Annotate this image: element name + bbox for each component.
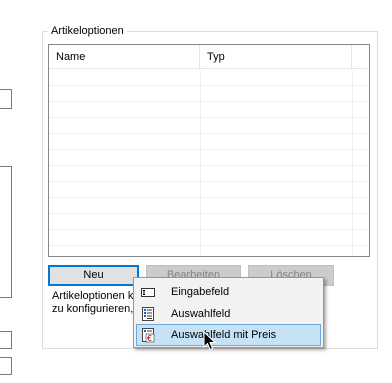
description-line-2: zu konfigurieren, z [52, 303, 136, 315]
empty-row [49, 214, 369, 230]
new-option-context-menu: Eingabefeld Auswahlfeld € Auswahlfeld mi… [133, 277, 324, 348]
description-text: Artikeloptionen kö zu konfigurieren, z [52, 290, 136, 316]
left-field-lower-2[interactable] [0, 357, 12, 375]
empty-row [49, 134, 369, 150]
menu-item-label: Auswahlfeld mit Preis [171, 329, 277, 341]
empty-row [49, 198, 369, 214]
empty-row [49, 182, 369, 198]
menu-item-list-field-with-price[interactable]: € Auswahlfeld mit Preis [136, 324, 321, 346]
empty-row [49, 118, 369, 134]
column-header-name[interactable]: Name [49, 45, 200, 69]
menu-item-input-field[interactable]: Eingabefeld [136, 281, 321, 303]
price-list-icon: € [140, 327, 156, 343]
menu-item-list-field[interactable]: Auswahlfeld [136, 303, 321, 325]
description-line-1: Artikeloptionen kö [52, 290, 136, 302]
empty-row [49, 150, 369, 166]
empty-row [49, 102, 369, 118]
article-options-list[interactable]: Name Typ [48, 44, 370, 257]
left-text-field[interactable] [0, 89, 12, 109]
group-title: Artikeloptionen [48, 24, 127, 38]
column-header-type[interactable]: Typ [200, 45, 352, 69]
left-list-box[interactable] [0, 166, 12, 298]
menu-item-label: Auswahlfeld [171, 308, 231, 320]
empty-row [49, 166, 369, 182]
list-body [49, 70, 369, 246]
window-client-area: Artikeloptionen Name Typ Neu Bearbeiten … [0, 0, 392, 383]
new-button[interactable]: Neu [48, 265, 139, 286]
svg-text:€: € [147, 334, 152, 343]
mouse-pointer-icon [203, 330, 217, 351]
empty-row [49, 230, 369, 246]
list-header: Name Typ [49, 45, 369, 69]
empty-row [49, 70, 369, 86]
input-field-icon [140, 284, 156, 300]
list-field-icon [140, 306, 156, 322]
menu-item-label: Eingabefeld [171, 286, 230, 298]
left-field-lower-1[interactable] [0, 331, 12, 349]
empty-row [49, 86, 369, 102]
